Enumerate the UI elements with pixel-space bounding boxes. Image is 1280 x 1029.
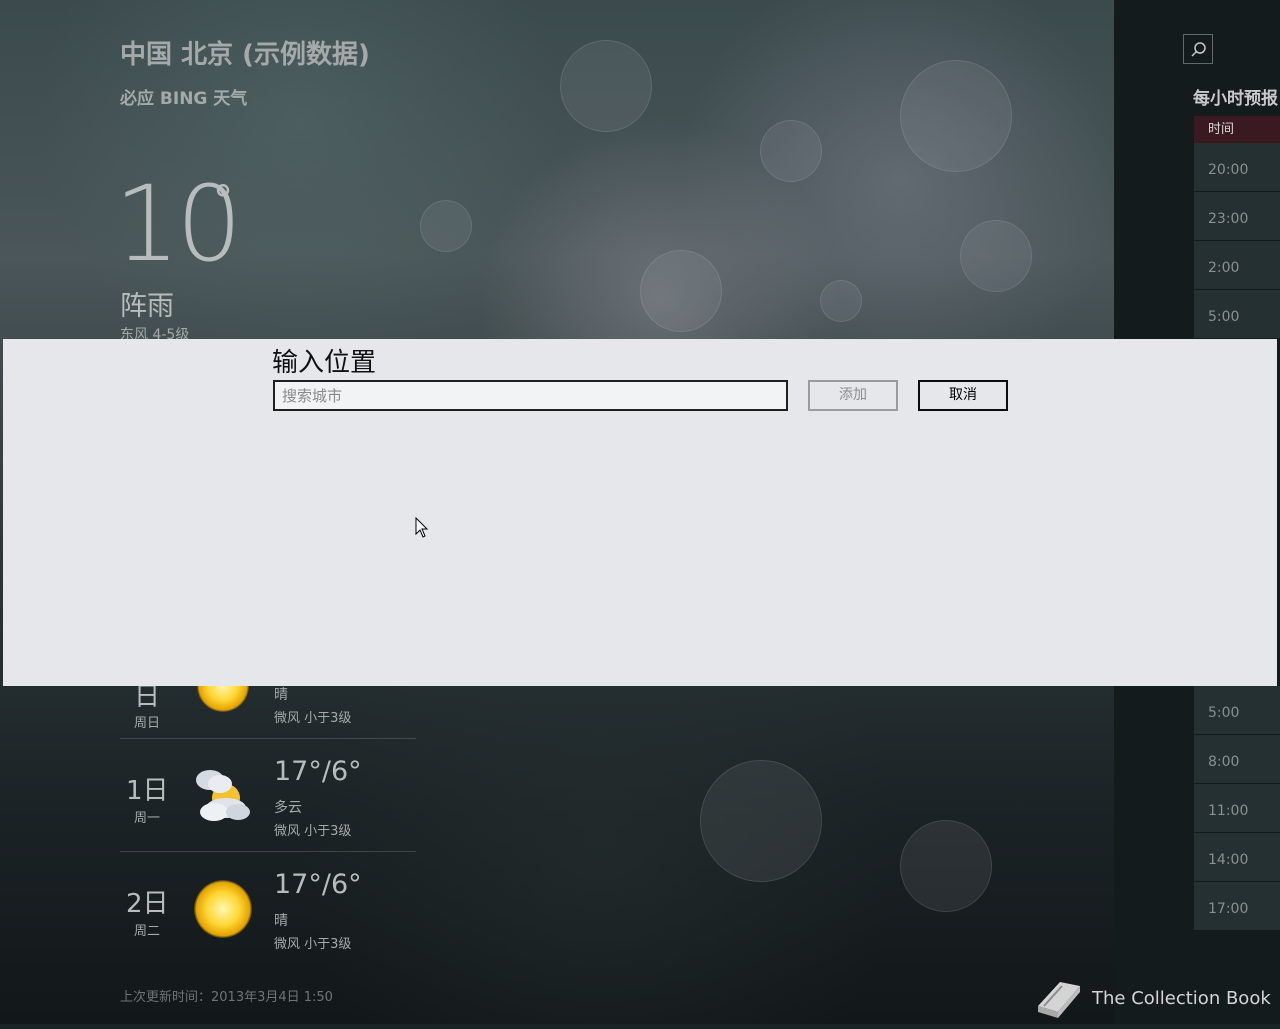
search-icon — [1191, 42, 1206, 57]
hourly-row: 11:00 — [1194, 784, 1280, 833]
hourly-row: 23:00 — [1194, 192, 1280, 241]
forecast-condition: 晴 — [274, 687, 288, 703]
mouse-cursor-icon — [415, 517, 429, 538]
forecast-condition: 多云 — [274, 800, 302, 816]
forecast-day: 2日 — [126, 889, 169, 919]
hourly-row: 5:00 — [1194, 686, 1280, 735]
forecast-condition: 晴 — [274, 913, 288, 929]
current-condition: 阵雨 — [120, 291, 174, 322]
forecast-divider — [120, 851, 416, 852]
cloud-sun-icon — [196, 770, 250, 821]
watermark-text: The Collection Book — [1092, 988, 1271, 1009]
forecast-wind: 微风 小于3级 — [274, 937, 352, 952]
hourly-row: 8:00 — [1194, 735, 1280, 784]
forecast-weekday: 周一 — [134, 811, 161, 826]
hourly-forecast-table-lower: 5:00 8:00 11:00 14:00 17:00 — [1194, 686, 1280, 931]
forecast-temp-range: 17°/6° — [274, 869, 362, 900]
last-updated-text: 上次更新时间：2013年3月4日 1:50 — [120, 990, 333, 1005]
forecast-wind: 微风 小于3级 — [274, 711, 352, 726]
forecast-weekday: 周日 — [134, 716, 161, 731]
hourly-row: 5:00 — [1194, 290, 1280, 339]
hourly-row: 2:00 — [1194, 241, 1280, 290]
add-button[interactable]: 添加 — [808, 380, 898, 411]
forecast-divider — [120, 738, 416, 739]
hourly-forecast-table: 时间 20:00 23:00 2:00 5:00 — [1194, 116, 1280, 339]
hourly-forecast-title: 每小时预报 — [1193, 89, 1278, 109]
cancel-button[interactable]: 取消 — [918, 380, 1008, 411]
degree-symbol: ° — [213, 178, 233, 224]
hourly-row: 17:00 — [1194, 882, 1280, 931]
sun-icon — [194, 880, 252, 938]
watermark: The Collection Book — [1030, 976, 1271, 1029]
city-search-input[interactable] — [273, 380, 788, 411]
hourly-header-time: 时间 — [1194, 116, 1280, 143]
hourly-row: 14:00 — [1194, 833, 1280, 882]
forecast-temp-range: 17°/6° — [274, 756, 362, 787]
forecast-wind: 微风 小于3级 — [274, 824, 352, 839]
hourly-row: 20:00 — [1194, 143, 1280, 192]
forecast-day: 1日 — [126, 776, 169, 806]
search-button[interactable] — [1183, 34, 1213, 64]
forecast-weekday: 周二 — [134, 924, 161, 939]
city-title: 中国 北京 (示例数据) — [120, 40, 370, 70]
book-icon — [1038, 982, 1080, 1018]
dialog-title: 输入位置 — [272, 348, 377, 378]
app-brand: 必应 BING 天气 — [120, 89, 248, 109]
